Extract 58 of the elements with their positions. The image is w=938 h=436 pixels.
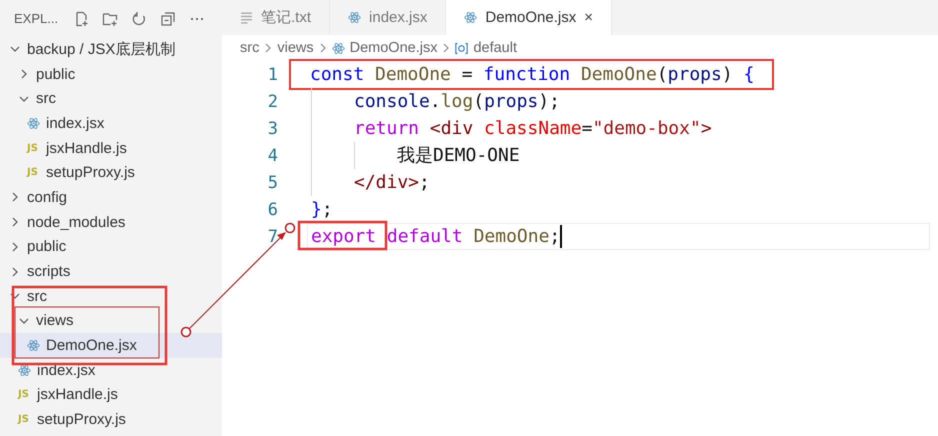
tree-item[interactable]: config bbox=[0, 185, 222, 210]
breadcrumb-item[interactable]: default bbox=[473, 40, 517, 56]
tree-item[interactable]: views bbox=[0, 308, 222, 334]
ring-marker bbox=[180, 326, 192, 338]
line-number: 2 bbox=[266, 92, 278, 112]
refresh-icon[interactable] bbox=[131, 10, 148, 26]
lines-icon bbox=[240, 11, 253, 24]
ring-marker bbox=[284, 222, 296, 234]
atom-icon bbox=[464, 11, 478, 24]
tree-item[interactable]: JS jsxHandle.js bbox=[0, 382, 222, 408]
code-line: </div>; bbox=[354, 172, 430, 192]
line-number: 1 bbox=[266, 64, 278, 84]
js-file-icon: JS bbox=[27, 142, 40, 154]
line-number: 7 bbox=[266, 226, 278, 246]
breadcrumb-item[interactable]: views bbox=[277, 40, 314, 56]
breadcrumb-item[interactable]: src bbox=[240, 40, 260, 56]
explorer-title: EXPL... bbox=[14, 11, 58, 26]
code-line: export default DemoOne; bbox=[311, 226, 562, 246]
line-number: 3 bbox=[266, 118, 278, 138]
tree-item[interactable]: JS setupProxy.js bbox=[0, 407, 222, 432]
chevron-right-icon bbox=[318, 43, 327, 53]
atom-icon bbox=[27, 339, 40, 352]
atom-icon bbox=[18, 364, 31, 377]
atom-icon bbox=[27, 116, 40, 130]
tab[interactable]: DemoOne.jsx × bbox=[446, 0, 612, 35]
js-file-icon: JS bbox=[18, 389, 31, 400]
code-line: console.log(props); bbox=[354, 92, 560, 112]
line-number: 6 bbox=[266, 200, 278, 220]
code-line: }; bbox=[311, 200, 333, 220]
new-folder-icon[interactable] bbox=[102, 10, 118, 26]
tree-item[interactable]: public bbox=[0, 62, 222, 86]
breadcrumb-item[interactable]: DemoOne.jsx bbox=[350, 40, 438, 56]
tree-item[interactable]: index.jsx bbox=[0, 358, 222, 383]
line-number: 5 bbox=[266, 172, 278, 192]
tree-item[interactable]: node_modules bbox=[0, 210, 222, 234]
chevron-right-icon bbox=[264, 43, 272, 53]
tree-item[interactable]: JS setupProxy.js bbox=[0, 160, 222, 186]
js-file-icon: JS bbox=[27, 167, 40, 178]
atom-icon bbox=[348, 11, 362, 24]
tree-item[interactable]: index.jsx bbox=[0, 111, 222, 136]
tab[interactable]: 笔记.txt bbox=[222, 0, 330, 35]
line-number: 4 bbox=[266, 146, 278, 166]
tree-item[interactable]: public bbox=[0, 234, 222, 260]
js-file-icon: JS bbox=[18, 414, 31, 426]
tree-item[interactable]: scripts bbox=[0, 259, 222, 284]
code-line: return <div className="demo-box"> bbox=[354, 118, 712, 138]
collapse-icon[interactable] bbox=[160, 10, 176, 26]
tree-item[interactable]: backup / JSX底层机制 bbox=[0, 37, 222, 62]
atom-icon bbox=[332, 42, 345, 54]
variable-icon bbox=[455, 42, 468, 54]
code-line: 我是DEMO-ONE bbox=[397, 146, 520, 166]
tree-item[interactable]: src bbox=[0, 284, 222, 309]
close-icon[interactable]: × bbox=[584, 9, 594, 26]
code-line: const DemoOne = function DemoOne(props) { bbox=[310, 64, 754, 84]
tree-item[interactable]: src bbox=[0, 86, 222, 112]
chevron-right-icon bbox=[442, 43, 450, 53]
tree-item[interactable]: DemoOne.jsx bbox=[0, 333, 222, 358]
tree-item[interactable]: JS jsxHandle.js bbox=[0, 136, 222, 160]
